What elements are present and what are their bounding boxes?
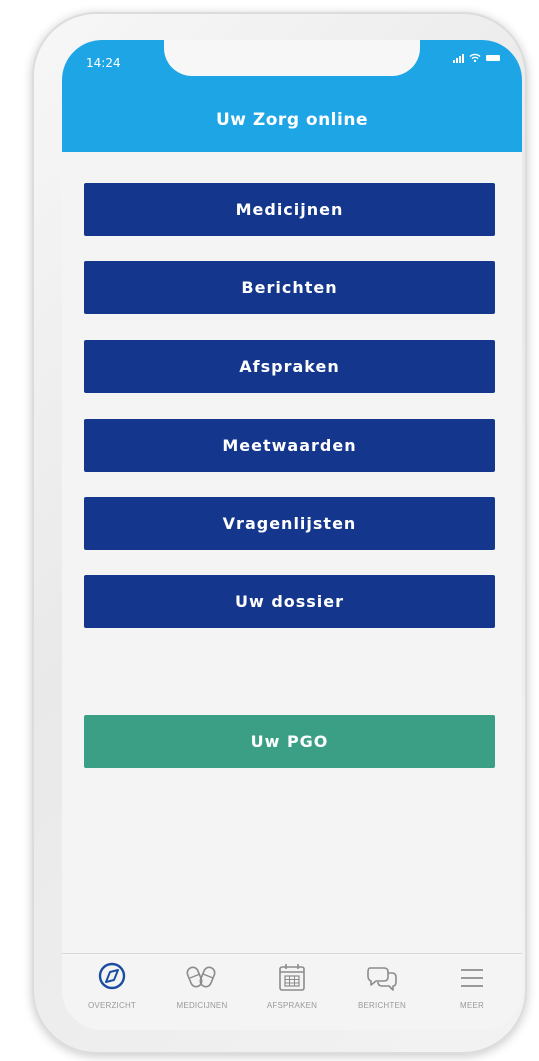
pills-icon (186, 966, 216, 988)
afspraken-button[interactable]: Afspraken (84, 340, 495, 393)
berichten-button[interactable]: Berichten (84, 261, 495, 314)
signal-icon (453, 53, 464, 63)
vragenlijsten-button[interactable]: Vragenlijsten (84, 497, 495, 550)
tab-meer[interactable]: MEER (426, 960, 518, 1024)
tab-berichten[interactable]: BERICHTEN (336, 960, 428, 1024)
uw-pgo-button[interactable]: Uw PGO (84, 715, 495, 768)
tab-overzicht[interactable]: OVERZICHT (66, 960, 158, 1024)
tab-label: AFSPRAKEN (266, 1001, 318, 1010)
compass-icon (98, 962, 126, 990)
phone-notch (164, 40, 420, 76)
chat-bubbles-icon (367, 967, 397, 991)
page-title: Uw Zorg online (216, 110, 368, 130)
tab-label: OVERZICHT (87, 1001, 137, 1010)
app-screen: 14:24 Uw Zorg online Medicijnen Berichte… (62, 40, 522, 1030)
menu-icon (461, 969, 483, 987)
bottom-tab-bar: OVERZICHT MEDICIJNEN AFSPRAKEN BERICHTEN… (62, 953, 522, 1030)
medicijnen-button[interactable]: Medicijnen (84, 183, 495, 236)
status-icons (453, 53, 500, 63)
tab-medicijnen[interactable]: MEDICIJNEN (156, 960, 248, 1024)
tab-label: MEDICIJNEN (176, 1001, 228, 1010)
tab-afspraken[interactable]: AFSPRAKEN (246, 960, 338, 1024)
meetwaarden-button[interactable]: Meetwaarden (84, 419, 495, 472)
wifi-icon (469, 53, 481, 63)
tab-label: MEER (460, 1001, 484, 1010)
uw-dossier-button[interactable]: Uw dossier (84, 575, 495, 628)
battery-icon (486, 55, 500, 61)
calendar-icon (279, 964, 305, 991)
status-time: 14:24 (86, 56, 121, 70)
tab-label: BERICHTEN (357, 1001, 407, 1010)
